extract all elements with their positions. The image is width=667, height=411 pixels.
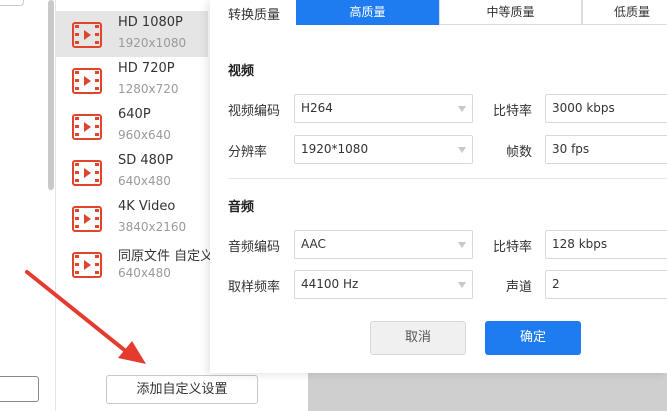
background-overlay (308, 373, 667, 411)
preset-item-640p[interactable]: 640P 960x640 (56, 103, 208, 149)
chevron-down-icon (458, 147, 466, 153)
audio-codec-label: 音频编码 (228, 240, 281, 255)
video-file-icon (72, 114, 102, 140)
audio-bitrate-value: 128 kbps (552, 237, 608, 251)
preset-name: SD 480P (118, 153, 174, 168)
left-panel (0, 0, 56, 411)
sample-rate-select[interactable]: 44100 Hz (294, 270, 473, 299)
left-input-field[interactable] (0, 376, 39, 402)
preset-item-custom[interactable]: 同原文件 自定义 640x480 (56, 241, 213, 287)
preset-item-hd1080[interactable]: HD 1080P 1920x1080 (56, 11, 208, 57)
preset-item-hd720[interactable]: HD 720P 1280x720 (56, 57, 208, 103)
sample-rate-value: 44100 Hz (301, 277, 359, 291)
confirm-button[interactable]: 确定 (485, 321, 581, 355)
preset-name: 同原文件 自定义 (118, 249, 214, 264)
video-file-icon (72, 22, 102, 48)
resolution-value: 1920*1080 (301, 142, 369, 156)
chevron-down-icon (458, 242, 466, 248)
tab-low-quality[interactable]: 低质量 (582, 0, 667, 25)
preset-resolution: 3840x2160 (118, 220, 187, 234)
settings-dialog: 转换质量 高质量 中等质量 低质量 视频 视频编码 H264 比特率 3000 … (210, 0, 667, 373)
video-section-title: 视频 (228, 64, 255, 79)
chevron-down-icon (458, 106, 466, 112)
preset-resolution: 1280x720 (118, 82, 179, 96)
video-file-icon (72, 68, 102, 94)
video-codec-value: H264 (301, 101, 333, 115)
video-codec-label: 视频编码 (228, 104, 281, 119)
resolution-label: 分辨率 (228, 145, 268, 160)
preset-item-4k[interactable]: 4K Video 3840x2160 (56, 195, 208, 241)
cancel-button[interactable]: 取消 (370, 321, 466, 355)
left-panel-top-edge (0, 0, 24, 6)
preset-resolution: 640x480 (118, 174, 171, 188)
scrollbar-thumb[interactable] (48, 0, 54, 190)
tab-medium-quality[interactable]: 中等质量 (439, 0, 582, 25)
tab-high-quality[interactable]: 高质量 (296, 0, 439, 25)
preset-name: 4K Video (118, 199, 176, 214)
sample-rate-label: 取样频率 (228, 280, 281, 295)
preset-name: HD 1080P (118, 15, 183, 30)
preset-name: HD 720P (118, 61, 175, 76)
audio-bitrate-label: 比特率 (493, 240, 533, 255)
audio-codec-value: AAC (301, 237, 326, 251)
video-bitrate-value: 3000 kbps (552, 101, 615, 115)
audio-section-title: 音频 (228, 200, 255, 215)
video-file-icon (72, 160, 102, 186)
video-codec-select[interactable]: H264 (294, 94, 473, 123)
video-file-icon (72, 206, 102, 232)
preset-resolution: 1920x1080 (118, 36, 187, 50)
channels-value: 2 (552, 277, 560, 291)
fps-label: 帧数 (506, 145, 533, 160)
audio-bitrate-select[interactable]: 128 kbps (545, 230, 667, 259)
preset-resolution: 640x480 (118, 266, 171, 280)
video-bitrate-label: 比特率 (493, 104, 533, 119)
preset-item-sd480[interactable]: SD 480P 640x480 (56, 149, 208, 195)
channels-label: 声道 (506, 280, 533, 295)
video-file-icon (72, 252, 102, 278)
quality-label: 转换质量 (228, 8, 281, 23)
chevron-down-icon (458, 282, 466, 288)
preset-name: 640P (118, 107, 151, 122)
add-custom-settings-button[interactable]: 添加自定义设置 (106, 375, 258, 404)
fps-value: 30 fps (552, 142, 590, 156)
preset-resolution: 960x640 (118, 128, 171, 142)
audio-codec-select[interactable]: AAC (294, 230, 473, 259)
video-bitrate-select[interactable]: 3000 kbps (545, 94, 667, 123)
fps-select[interactable]: 30 fps (545, 135, 667, 164)
channels-select[interactable]: 2 (545, 270, 667, 299)
resolution-select[interactable]: 1920*1080 (294, 135, 473, 164)
section-divider (228, 178, 667, 179)
